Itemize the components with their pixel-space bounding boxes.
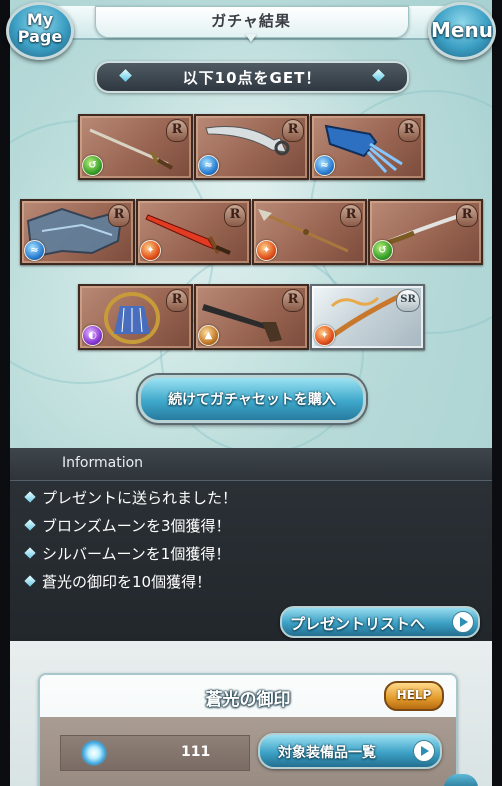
water-element-icon: ≈ [198,155,219,176]
rarity-badge: R [282,119,304,142]
water-element-icon: ≈ [314,155,335,176]
item-card[interactable]: SR ✦ [310,284,425,350]
item-card[interactable]: R ✦ [136,199,251,265]
wind-element-icon: ↺ [372,240,393,261]
info-line: シルバームーンを1個獲得！ [24,542,464,566]
mypage-label-2: Page [17,27,63,46]
seal-count: 111 [181,744,211,760]
fire-element-icon: ✦ [256,240,277,261]
wind-element-icon: ↺ [82,155,103,176]
right-edge [492,0,502,786]
rarity-badge: R [108,204,130,227]
help-button[interactable]: HELP [384,681,444,711]
dark-element-icon: ◐ [82,325,103,346]
rarity-badge: R [282,289,304,312]
item-card[interactable]: R ≈ [20,199,135,265]
info-line-text: 蒼光の御印を10個獲得！ [42,573,212,591]
title-down-arrow-icon [245,34,257,42]
seal-panel: 蒼光の御印 HELP 111 対象装備品一覧 [38,673,458,786]
diamond-bullet-icon [24,575,36,587]
arrow-right-icon [413,740,435,762]
info-line: 蒼光の御印を10個獲得！ [24,570,464,594]
info-line-text: シルバームーンを1個獲得！ [42,545,231,563]
target-equipment-list-label: 対象装備品一覧 [278,745,376,761]
rarity-badge: SR [396,289,420,312]
get-banner-text: 以下10点をGET！ [182,69,322,87]
seal-count-box: 111 [60,735,250,771]
info-line: プレゼントに送られました！ [24,486,464,510]
item-card[interactable]: R ◐ [78,284,193,350]
item-card[interactable]: R ↺ [78,114,193,180]
help-label: HELP [396,688,432,702]
mypage-label-1: My [26,10,54,29]
rarity-badge: R [340,204,362,227]
get-banner: 以下10点をGET！ [95,61,409,93]
rarity-badge: R [398,119,420,142]
rarity-badge: R [224,204,246,227]
mypage-button[interactable]: My Page [6,2,74,60]
item-card[interactable]: R ✦ [252,199,367,265]
arrow-right-icon [452,611,474,633]
diamond-bullet-icon [24,491,36,503]
info-line-text: ブロンズムーンを3個獲得！ [42,517,231,535]
continue-gacha-label: 続けてガチャセットを購入 [168,392,336,408]
left-edge [0,0,10,786]
target-equipment-list-button[interactable]: 対象装備品一覧 [258,733,442,769]
information-panel: Information プレゼントに送られました！ ブロンズムーンを3個獲得！ … [10,448,492,641]
continue-gacha-button[interactable]: 続けてガチャセットを購入 [138,375,366,423]
item-card[interactable]: R ▲ [194,284,309,350]
info-line: ブロンズムーンを3個獲得！ [24,514,464,538]
item-card[interactable]: R ≈ [194,114,309,180]
information-header: Information [10,448,492,481]
diamond-bullet-icon [24,519,36,531]
present-list-button[interactable]: プレゼントリストへ [280,606,480,638]
seal-section: 蒼光の御印 HELP 111 対象装備品一覧 [10,641,492,786]
gacha-result-screen: ガチャ結果 My Page Menu 以下10点をGET！ R ↺ R ≈ R ≈ R ≈ R ✦… [0,0,502,786]
item-card[interactable]: R ≈ [310,114,425,180]
item-card[interactable]: R ↺ [368,199,483,265]
header: ガチャ結果 My Page Menu [0,0,502,60]
blue-seal-icon [81,740,107,766]
water-element-icon: ≈ [24,240,45,261]
info-line-text: プレゼントに送られました！ [42,489,238,507]
fire-element-icon: ✦ [314,325,335,346]
page-title: ガチャ結果 [211,12,291,30]
information-title: Information [62,455,144,471]
earth-element-icon: ▲ [198,325,219,346]
fire-element-icon: ✦ [140,240,161,261]
rarity-badge: R [166,289,188,312]
menu-button[interactable]: Menu [428,2,496,60]
present-list-label: プレゼントリストへ [290,615,426,633]
rarity-badge: R [456,204,478,227]
seal-count-bar: 111 対象装備品一覧 [40,717,456,786]
diamond-bullet-icon [24,547,36,559]
corner-badge [444,774,478,786]
rarity-badge: R [166,119,188,142]
